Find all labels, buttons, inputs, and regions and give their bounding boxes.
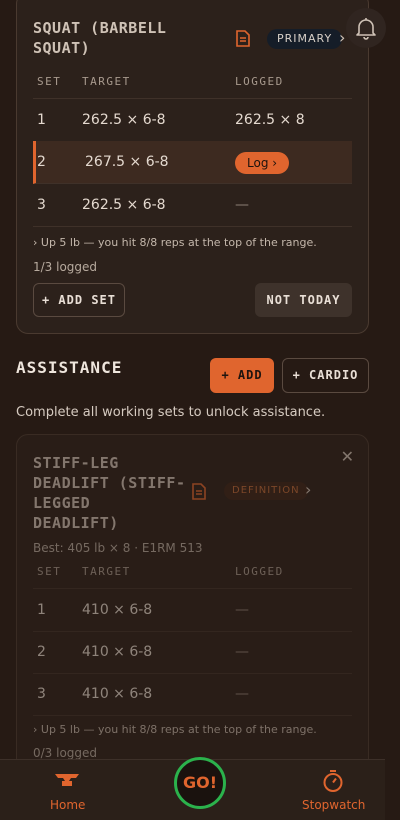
set-number: 2 — [37, 154, 46, 170]
sets-table-header: SET TARGET LOGGED — [33, 65, 352, 99]
assistance-heading: ASSISTANCE — [16, 358, 123, 377]
progression-hint: › Up 5 lb — you hit 8/8 reps at the top … — [33, 723, 317, 736]
set-number: 1 — [37, 112, 46, 128]
assistance-exercise-card: STIFF-LEG DEADLIFT (STIFF- LEGGED DEADLI… — [16, 434, 369, 794]
set-logged: 262.5 × 8 — [235, 112, 305, 128]
exercise-title-line: SQUAT) — [33, 39, 91, 57]
bottom-nav: Home GO! Stopwatch — [0, 757, 385, 820]
set-target: 267.5 × 6-8 — [85, 154, 169, 170]
set-number: 3 — [37, 686, 46, 702]
bell-icon — [356, 18, 376, 40]
exercise-title-line: DEADLIFT) — [33, 514, 119, 532]
set-number: 1 — [37, 602, 46, 618]
set-row[interactable]: 3 262.5 × 6-8 — — [33, 184, 352, 227]
column-header-set: SET — [37, 75, 62, 88]
chevron-right-icon[interactable]: › — [305, 480, 311, 499]
definition-badge[interactable]: DEFINITION — [224, 482, 308, 500]
exercise-title-line: SQUAT (BARBELL — [33, 19, 167, 37]
column-header-target: TARGET — [82, 565, 131, 578]
assistance-lock-note: Complete all working sets to unlock assi… — [16, 405, 326, 420]
exercise-title-line: STIFF-LEG — [33, 454, 119, 472]
exercise-title[interactable]: SQUAT (BARBELL SQUAT) — [33, 18, 166, 58]
notifications-button[interactable] — [346, 8, 386, 48]
best-record: Best: 405 lb × 8 · E1RM 513 — [33, 541, 203, 555]
set-row[interactable]: 1 262.5 × 6-8 262.5 × 8 — [33, 99, 352, 142]
set-number: 3 — [37, 197, 46, 213]
exercise-title-line: LEGGED — [33, 494, 91, 512]
add-assistance-button[interactable]: + ADD — [210, 358, 274, 393]
set-row: 2 410 × 6-8 — — [33, 631, 352, 674]
set-row-active[interactable]: 2 267.5 × 6-8 Log › — [33, 141, 352, 184]
column-header-target: TARGET — [82, 75, 131, 88]
set-row: 3 410 × 6-8 — — [33, 673, 352, 716]
set-target: 262.5 × 6-8 — [82, 112, 166, 128]
nav-stopwatch-label: Stopwatch — [302, 798, 366, 812]
set-logged: — — [235, 197, 249, 213]
set-target: 410 × 6-8 — [82, 644, 153, 660]
notes-icon[interactable] — [235, 30, 251, 47]
nav-home[interactable]: Home — [34, 760, 100, 820]
close-icon[interactable]: ✕ — [341, 447, 354, 466]
column-header-logged: LOGGED — [235, 75, 284, 88]
set-target: 410 × 6-8 — [82, 686, 153, 702]
anvil-icon — [55, 774, 79, 786]
nav-stopwatch[interactable]: Stopwatch — [296, 760, 372, 820]
logged-count: 1/3 logged — [33, 260, 98, 274]
log-set-button[interactable]: Log › — [235, 152, 290, 174]
add-cardio-button[interactable]: + CARDIO — [282, 358, 369, 393]
exercise-title[interactable]: STIFF-LEG DEADLIFT (STIFF- LEGGED DEADLI… — [33, 453, 186, 533]
primary-badge: PRIMARY — [267, 29, 343, 49]
sets-table-header: SET TARGET LOGGED — [33, 555, 352, 589]
column-header-logged: LOGGED — [235, 565, 284, 578]
not-today-button[interactable]: NOT TODAY — [255, 283, 352, 317]
primary-exercise-card: SQUAT (BARBELL SQUAT) PRIMARY › SET TARG… — [16, 0, 369, 334]
notes-icon[interactable] — [191, 483, 207, 500]
set-logged: — — [235, 602, 249, 618]
set-number: 2 — [37, 644, 46, 660]
go-button[interactable]: GO! — [174, 757, 226, 809]
exercise-title-line: DEADLIFT (STIFF- — [33, 474, 186, 492]
column-header-set: SET — [37, 565, 62, 578]
set-target: 410 × 6-8 — [82, 602, 153, 618]
chevron-right-icon[interactable]: › — [339, 28, 345, 47]
add-set-button[interactable]: + ADD SET — [33, 283, 125, 317]
set-row: 1 410 × 6-8 — — [33, 589, 352, 632]
progression-hint: › Up 5 lb — you hit 8/8 reps at the top … — [33, 236, 317, 249]
set-target: 262.5 × 6-8 — [82, 197, 166, 213]
stopwatch-icon — [323, 770, 343, 792]
set-logged: — — [235, 686, 249, 702]
set-logged: — — [235, 644, 249, 660]
nav-home-label: Home — [50, 798, 86, 812]
logged-count: 0/3 logged — [33, 746, 98, 760]
